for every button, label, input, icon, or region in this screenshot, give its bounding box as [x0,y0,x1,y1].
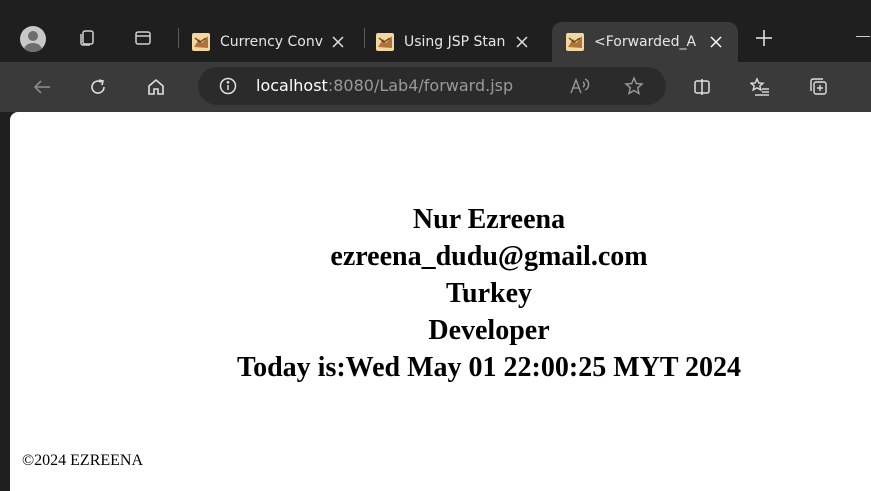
tab-actions-icon[interactable] [131,26,155,50]
tab-using-jsp[interactable]: Using JSP Stan [376,22,544,62]
close-icon[interactable] [328,32,348,52]
tab-forwarded[interactable]: <Forwarded_A [552,22,738,62]
collections-icon[interactable] [806,75,830,99]
tomcat-favicon [376,33,394,51]
forwarded-info: Nur Ezreena ezreena_dudu@gmail.com Turke… [10,201,871,386]
star-icon[interactable] [622,74,646,98]
date-line: Today is:Wed May 01 22:00:25 MYT 2024 [236,352,742,383]
tomcat-favicon [192,33,210,51]
user-country: Turkey [445,278,533,309]
close-icon[interactable] [512,32,532,52]
tab-strip: Currency Conv Using JSP Stan <Forwarded_… [0,0,871,62]
tab-title: <Forwarded_A [594,34,696,50]
read-aloud-icon[interactable] [568,74,592,98]
address-bar[interactable]: localhost:8080/Lab4/forward.jsp [198,67,666,105]
profile-avatar-icon[interactable] [20,26,46,52]
split-screen-icon[interactable] [690,75,714,99]
favorites-list-icon[interactable] [748,75,772,99]
toolbar: localhost:8080/Lab4/forward.jsp [0,62,871,112]
tab-currency-converter[interactable]: Currency Conv [192,22,360,62]
close-icon[interactable] [706,32,726,52]
url-host: localhost [256,76,328,95]
url-path: :8080/Lab4/forward.jsp [327,76,514,95]
info-icon[interactable] [216,74,240,98]
user-email: ezreena_dudu@gmail.com [330,241,648,272]
footer-copyright: ©2024 EZREENA [22,452,144,469]
workspaces-icon[interactable] [75,26,99,50]
tab-title: Currency Conv [220,34,324,50]
back-arrow-icon[interactable] [30,75,54,99]
home-icon[interactable] [144,75,168,99]
minimize-button[interactable] [856,36,870,37]
url-text[interactable]: localhost:8080/Lab4/forward.jsp [256,76,513,95]
tomcat-favicon [566,33,584,51]
plus-icon[interactable] [752,26,776,50]
refresh-icon[interactable] [86,75,110,99]
user-name: Nur Ezreena [412,204,566,235]
page-content: Nur Ezreena ezreena_dudu@gmail.com Turke… [10,112,871,491]
user-job: Developer [428,315,550,346]
tab-title: Using JSP Stan [404,34,506,50]
